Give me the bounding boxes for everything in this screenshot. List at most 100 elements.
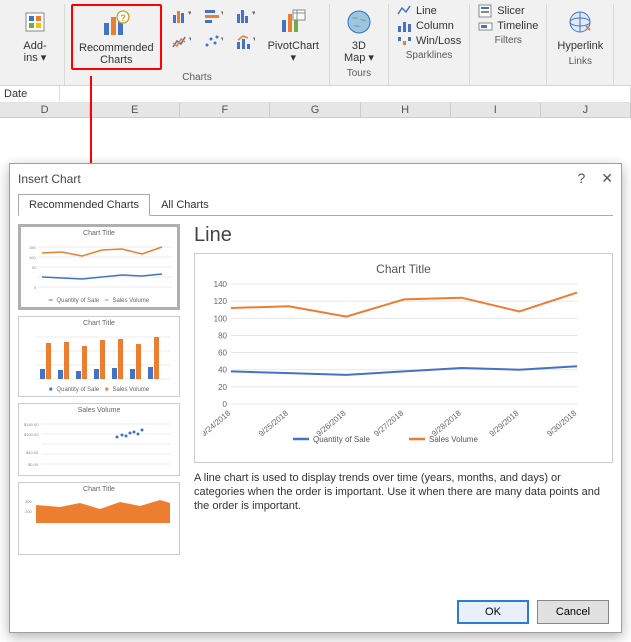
dialog-close-button[interactable]: ✕ [601, 170, 613, 187]
sparkline-column-button[interactable]: Column [395, 19, 463, 33]
recommended-highlight: ? RecommendedCharts [71, 4, 162, 70]
svg-text:120: 120 [214, 297, 228, 306]
svg-text:$140.00: $140.00 [24, 422, 39, 427]
tours-group-label: Tours [347, 68, 371, 79]
recommended-label2: Charts [100, 54, 132, 66]
text-button[interactable]: A Text▾ [620, 4, 631, 66]
thumb-scatter-preview: $140.00$100.00$40.00$0.00 [22, 416, 174, 472]
ok-button[interactable]: OK [457, 600, 529, 624]
svg-text:100: 100 [214, 314, 228, 323]
sparkline-line-icon [397, 4, 413, 18]
hyperlink-button[interactable]: Hyperlink [553, 4, 607, 54]
addins-label2: ins ▾ [24, 52, 47, 64]
slicer-button[interactable]: Slicer [476, 4, 540, 18]
hyperlink-label: Hyperlink [557, 40, 603, 52]
svg-text:▾: ▾ [221, 36, 223, 43]
ribbon-group-charts: ? RecommendedCharts ▾ ▾ ▾ ▾ ▾ ▾ PivotCha… [65, 4, 330, 85]
ribbon-group-tours: 3DMap ▾ Tours [330, 4, 389, 85]
svg-text:140: 140 [214, 280, 228, 289]
svg-text:150: 150 [29, 245, 36, 250]
combo-chart-button[interactable]: ▾ [230, 30, 260, 54]
chart-type-grid: ▾ ▾ ▾ ▾ ▾ ▾ [166, 4, 260, 54]
slicer-icon [478, 4, 494, 18]
ribbon-group-text: A Text▾ [614, 4, 631, 85]
recommended-charts-button[interactable]: ? RecommendedCharts [75, 6, 158, 68]
svg-text:80: 80 [218, 331, 227, 340]
svg-text:▾: ▾ [188, 10, 191, 17]
svg-text:$0.00: $0.00 [28, 462, 39, 467]
charts-group-label: Charts [182, 72, 211, 83]
col-I[interactable]: I [451, 103, 541, 117]
svg-text:▾: ▾ [253, 36, 255, 43]
svg-text:0: 0 [223, 400, 228, 409]
chart-description: A line chart is used to display trends o… [194, 471, 613, 513]
tab-recommended-charts[interactable]: Recommended Charts [18, 194, 150, 216]
col-E[interactable]: E [90, 103, 180, 117]
thumb-clustered-column[interactable]: Chart Title ■Quantity of Sale ■Sales Vol… [18, 316, 180, 397]
svg-text:20: 20 [218, 383, 227, 392]
ribbon-group-sparklines: Line Column Win/Loss Sparklines [389, 4, 470, 85]
col-D[interactable]: D [0, 103, 90, 117]
timeline-icon [478, 19, 494, 33]
pivotchart-label: PivotChart [268, 40, 319, 52]
svg-text:0: 0 [34, 285, 37, 290]
svg-text:9/28/2018: 9/28/2018 [430, 408, 463, 438]
svg-text:60: 60 [218, 349, 227, 358]
cancel-button[interactable]: Cancel [537, 600, 609, 624]
ribbon: Add-ins ▾ ? RecommendedCharts ▾ ▾ ▾ ▾ ▾ … [0, 0, 631, 86]
cell-date[interactable]: Date [0, 86, 60, 102]
timeline-button[interactable]: Timeline [476, 19, 540, 33]
svg-text:9/30/2018: 9/30/2018 [545, 408, 578, 438]
col-F[interactable]: F [180, 103, 270, 117]
addins-button[interactable]: Add-ins ▾ [12, 4, 58, 66]
svg-text:$40.00: $40.00 [26, 450, 39, 455]
dialog-titlebar: Insert Chart ? ✕ [10, 164, 621, 193]
insert-chart-dialog: Insert Chart ? ✕ Recommended Charts All … [9, 163, 622, 633]
bar-chart-button[interactable]: ▾ [198, 4, 228, 28]
addins-icon [19, 6, 51, 38]
svg-text:40: 40 [218, 366, 227, 375]
thumbnail-list[interactable]: Chart Title 150100500 ━Quantity of Sale … [18, 224, 186, 584]
svg-text:9/24/2018: 9/24/2018 [203, 408, 233, 438]
scatter-chart-button[interactable]: ▾ [198, 30, 228, 54]
svg-text:9/29/2018: 9/29/2018 [488, 408, 521, 438]
hyperlink-icon [564, 6, 596, 38]
col-H[interactable]: H [361, 103, 451, 117]
dialog-help-button[interactable]: ? [577, 170, 585, 187]
ribbon-group-addins: Add-ins ▾ [6, 4, 65, 85]
sparkline-winloss-button[interactable]: Win/Loss [395, 34, 463, 48]
sparklines-group-label: Sparklines [406, 50, 453, 61]
col-J[interactable]: J [541, 103, 631, 117]
svg-text:9/25/2018: 9/25/2018 [257, 408, 290, 438]
col-G[interactable]: G [270, 103, 360, 117]
ribbon-group-links: Hyperlink Links [547, 4, 614, 85]
tab-all-charts[interactable]: All Charts [150, 194, 220, 216]
sparkline-column-icon [397, 19, 413, 33]
svg-text:9/26/2018: 9/26/2018 [315, 408, 348, 438]
statistic-chart-button[interactable]: ▾ [230, 4, 260, 28]
svg-text:50: 50 [32, 265, 37, 270]
svg-text:100: 100 [29, 255, 36, 260]
svg-text:▾: ▾ [189, 36, 191, 43]
chart-preview[interactable]: Chart Title 0204060801001201409/24/20189… [194, 253, 613, 463]
map3d-label2: Map ▾ [344, 52, 374, 64]
pivotchart-button[interactable]: PivotChart▾ [264, 4, 323, 66]
svg-text:Quantity of Sale: Quantity of Sale [313, 435, 370, 444]
preview-type-title: Line [194, 224, 613, 247]
thumb-line-chart[interactable]: Chart Title 150100500 ━Quantity of Sale … [18, 224, 180, 310]
dialog-title: Insert Chart [18, 172, 81, 186]
line-chart-button[interactable]: ▾ [166, 30, 196, 54]
thumb-scatter[interactable]: Sales Volume $140.00$100.00$40.00$0.00 [18, 403, 180, 476]
dialog-footer: OK Cancel [10, 592, 621, 632]
svg-text:Sales Volume: Sales Volume [429, 435, 478, 444]
map3d-button[interactable]: 3DMap ▾ [336, 4, 382, 66]
thumb-area[interactable]: Chart Title 300200 [18, 482, 180, 555]
globe-icon [343, 6, 375, 38]
svg-text:9/27/2018: 9/27/2018 [372, 408, 405, 438]
map3d-label1: 3D [352, 40, 366, 52]
sparkline-line-button[interactable]: Line [395, 4, 463, 18]
svg-text:▾: ▾ [221, 10, 223, 17]
filters-group-label: Filters [495, 35, 522, 46]
column-bar-chart-button[interactable]: ▾ [166, 4, 196, 28]
addins-label1: Add- [23, 40, 46, 52]
